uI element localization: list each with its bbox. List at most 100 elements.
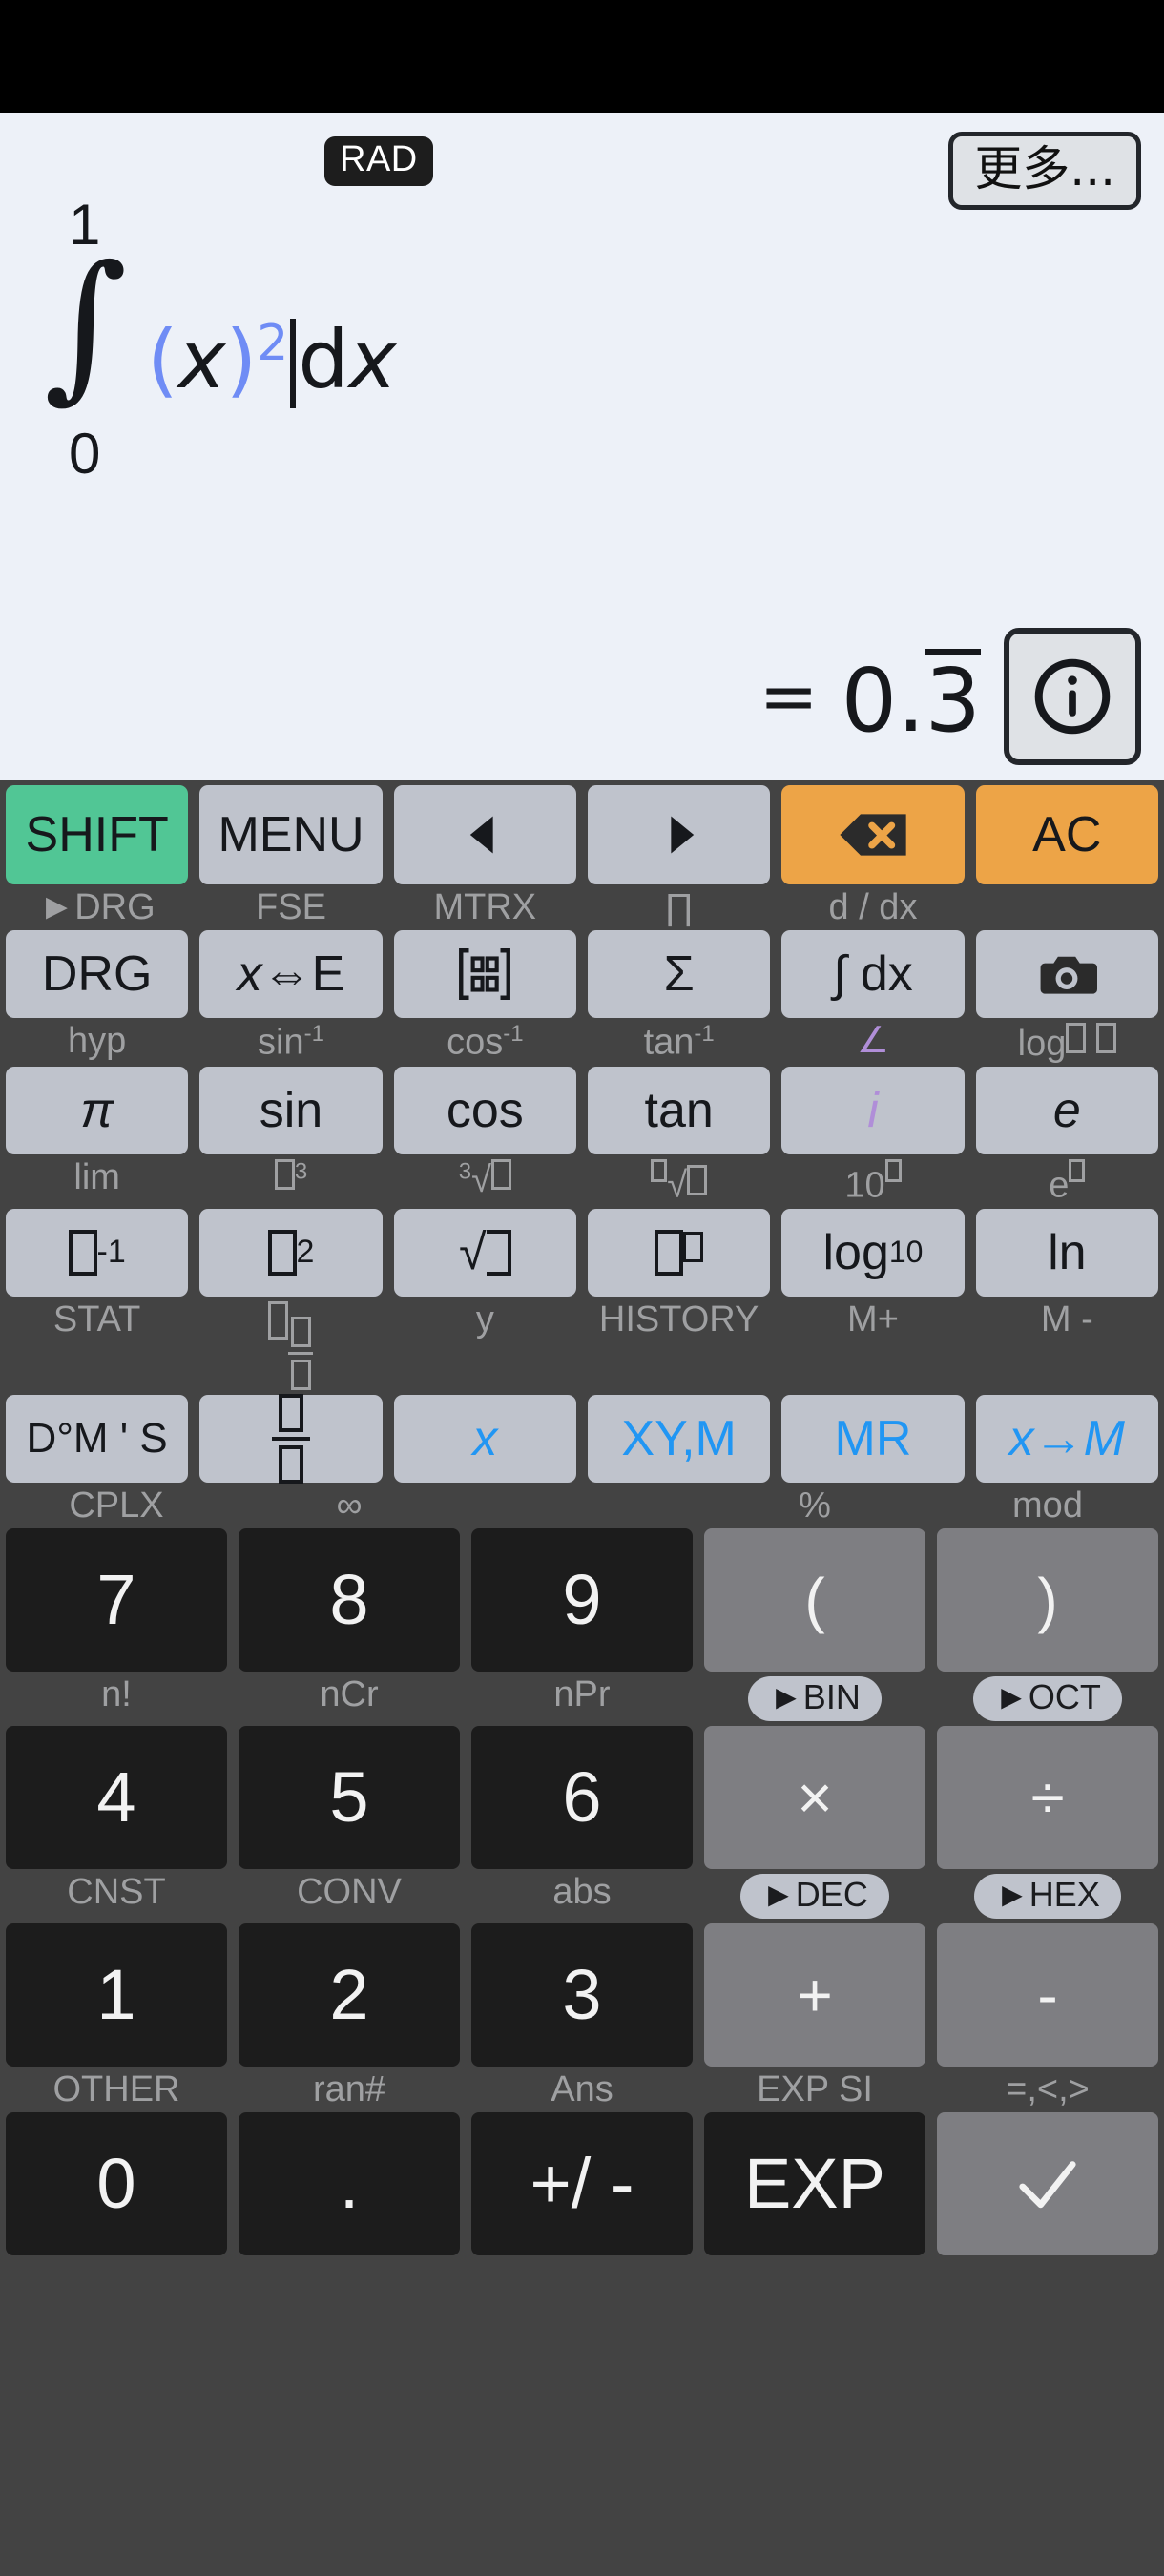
key-row-9: 0 . +/ - EXP — [0, 2108, 1164, 2260]
close-paren-key[interactable]: ) — [937, 1527, 1158, 1672]
label-m-minus: M - — [1040, 1298, 1093, 1340]
shift-key[interactable]: SHIFT — [6, 785, 189, 884]
memory-recall-key[interactable]: MR — [781, 1394, 965, 1483]
digit-5-key[interactable]: 5 — [239, 1725, 460, 1869]
menu-key[interactable]: MENU — [199, 785, 383, 884]
digit-0-key[interactable]: 0 — [6, 2111, 227, 2255]
imaginary-unit-key[interactable]: i — [781, 1067, 965, 1154]
tan-key[interactable]: tan — [587, 1067, 771, 1154]
minus-key[interactable]: - — [937, 1922, 1158, 2067]
label-percent: % — [799, 1485, 831, 1526]
key-row-5: D°M ' S x XY,M MR x→M — [0, 1390, 1164, 1487]
label-comparison: =,<,> — [1006, 2068, 1090, 2109]
label-nth-root: √ — [582, 1159, 776, 1204]
text-cursor — [290, 319, 297, 408]
open-paren-key[interactable]: ( — [704, 1527, 925, 1672]
label-drg: ►DRG — [38, 887, 156, 927]
dms-key[interactable]: D°M ' S — [6, 1394, 189, 1483]
label-m-plus: M+ — [847, 1298, 899, 1340]
integrand: (x)2 dx — [147, 319, 396, 408]
sigma-key[interactable]: Σ — [587, 930, 771, 1018]
exponent-key[interactable]: EXP — [704, 2111, 925, 2255]
digit-1-key[interactable]: 1 — [6, 1922, 227, 2067]
label-lim: lim — [73, 1157, 120, 1197]
integral-block: 1 ∫ 0 — [44, 197, 128, 483]
divide-key[interactable]: ÷ — [937, 1725, 1158, 1869]
label-random: ran# — [312, 2068, 386, 2109]
label-mixed-fraction — [194, 1300, 387, 1390]
label-row-2: ►DRG FSE MTRX ∏ d / dx — [0, 889, 1164, 925]
label-npr: nPr — [553, 1673, 611, 1714]
label-other: OTHER — [52, 2068, 180, 2109]
differential-d: d — [298, 313, 349, 406]
xym-key[interactable]: XY,M — [587, 1394, 771, 1483]
matrix-icon — [459, 948, 511, 1000]
cos-key[interactable]: cos — [393, 1067, 576, 1154]
store-to-memory-key[interactable]: x→M — [975, 1394, 1158, 1483]
label-conv: CONV — [297, 1871, 402, 1912]
label-mtrx: MTRX — [433, 887, 537, 927]
decimal-point-key[interactable]: . — [239, 2111, 460, 2255]
sin-key[interactable]: sin — [199, 1067, 383, 1154]
expression-area[interactable]: 1 ∫ 0 (x)2 dx — [44, 197, 396, 483]
variable-x-key[interactable]: x — [393, 1394, 576, 1483]
key-row-4: -1 2 √ log 10 ln — [0, 1204, 1164, 1301]
multiply-key[interactable]: × — [704, 1725, 925, 1869]
label-row-4: lim 3 3√ √ 10 e — [0, 1159, 1164, 1204]
digit-2-key[interactable]: 2 — [239, 1922, 460, 2067]
euler-e-key[interactable]: e — [975, 1067, 1158, 1154]
info-button[interactable] — [1004, 628, 1141, 765]
plus-key[interactable]: + — [704, 1922, 925, 2067]
result-repeating-part: 3 — [925, 648, 981, 752]
label-to-dec: ►DEC — [698, 1873, 931, 1919]
matrix-key[interactable] — [393, 930, 576, 1018]
square-key[interactable]: 2 — [199, 1208, 383, 1297]
label-ddx: d / dx — [828, 887, 918, 927]
integral-sign-icon: ∫ — [44, 231, 128, 418]
fraction-key[interactable] — [199, 1393, 383, 1484]
label-acos: cos-1 — [447, 1021, 524, 1063]
label-y: y — [475, 1298, 494, 1340]
label-to-hex: ►HEX — [931, 1873, 1164, 1919]
digit-3-key[interactable]: 3 — [471, 1922, 693, 2067]
label-angle: ∠ — [856, 1021, 890, 1061]
label-stat: STAT — [52, 1298, 141, 1340]
sign-toggle-key[interactable]: +/ - — [471, 2111, 693, 2255]
log10-key[interactable]: log 10 — [781, 1208, 965, 1297]
label-product: ∏ — [664, 887, 695, 927]
all-clear-key[interactable]: AC — [975, 785, 1158, 884]
equals-key[interactable] — [937, 2111, 1158, 2255]
check-icon — [1019, 2160, 1076, 2208]
result-value: 0.3 — [842, 648, 981, 752]
x-to-e-key[interactable]: x ⇔E — [199, 930, 383, 1018]
digit-4-key[interactable]: 4 — [6, 1725, 227, 1869]
integral-key[interactable]: ∫ dx — [781, 930, 965, 1018]
label-to-oct: ►OCT — [931, 1675, 1164, 1721]
angle-mode-badge: RAD — [324, 136, 433, 186]
cursor-left-key[interactable] — [393, 785, 576, 884]
camera-icon — [1040, 956, 1098, 994]
drg-key[interactable]: DRG — [6, 930, 189, 1018]
ln-key[interactable]: ln — [975, 1208, 1158, 1297]
key-row-1: SHIFT MENU AC — [0, 780, 1164, 889]
label-cnst: CNST — [67, 1871, 166, 1912]
digit-9-key[interactable]: 9 — [471, 1527, 693, 1672]
more-button[interactable]: 更多... — [948, 132, 1141, 210]
backspace-key[interactable] — [781, 785, 965, 884]
camera-key[interactable] — [975, 930, 1158, 1018]
power-key[interactable] — [587, 1208, 771, 1297]
square-root-key[interactable]: √ — [393, 1208, 576, 1297]
label-history: HISTORY — [598, 1298, 759, 1340]
digit-7-key[interactable]: 7 — [6, 1527, 227, 1672]
label-factorial: n! — [101, 1673, 132, 1714]
label-atan: tan-1 — [643, 1021, 715, 1063]
digit-6-key[interactable]: 6 — [471, 1725, 693, 1869]
arrow-right-icon — [670, 816, 694, 854]
label-cube: 3 — [194, 1159, 387, 1204]
digit-8-key[interactable]: 8 — [239, 1527, 460, 1672]
label-e-pow: e — [970, 1159, 1164, 1204]
pi-key[interactable]: π — [6, 1067, 189, 1154]
cursor-right-key[interactable] — [587, 785, 771, 884]
label-cube-root: 3√ — [388, 1159, 582, 1204]
reciprocal-key[interactable]: -1 — [6, 1208, 189, 1297]
